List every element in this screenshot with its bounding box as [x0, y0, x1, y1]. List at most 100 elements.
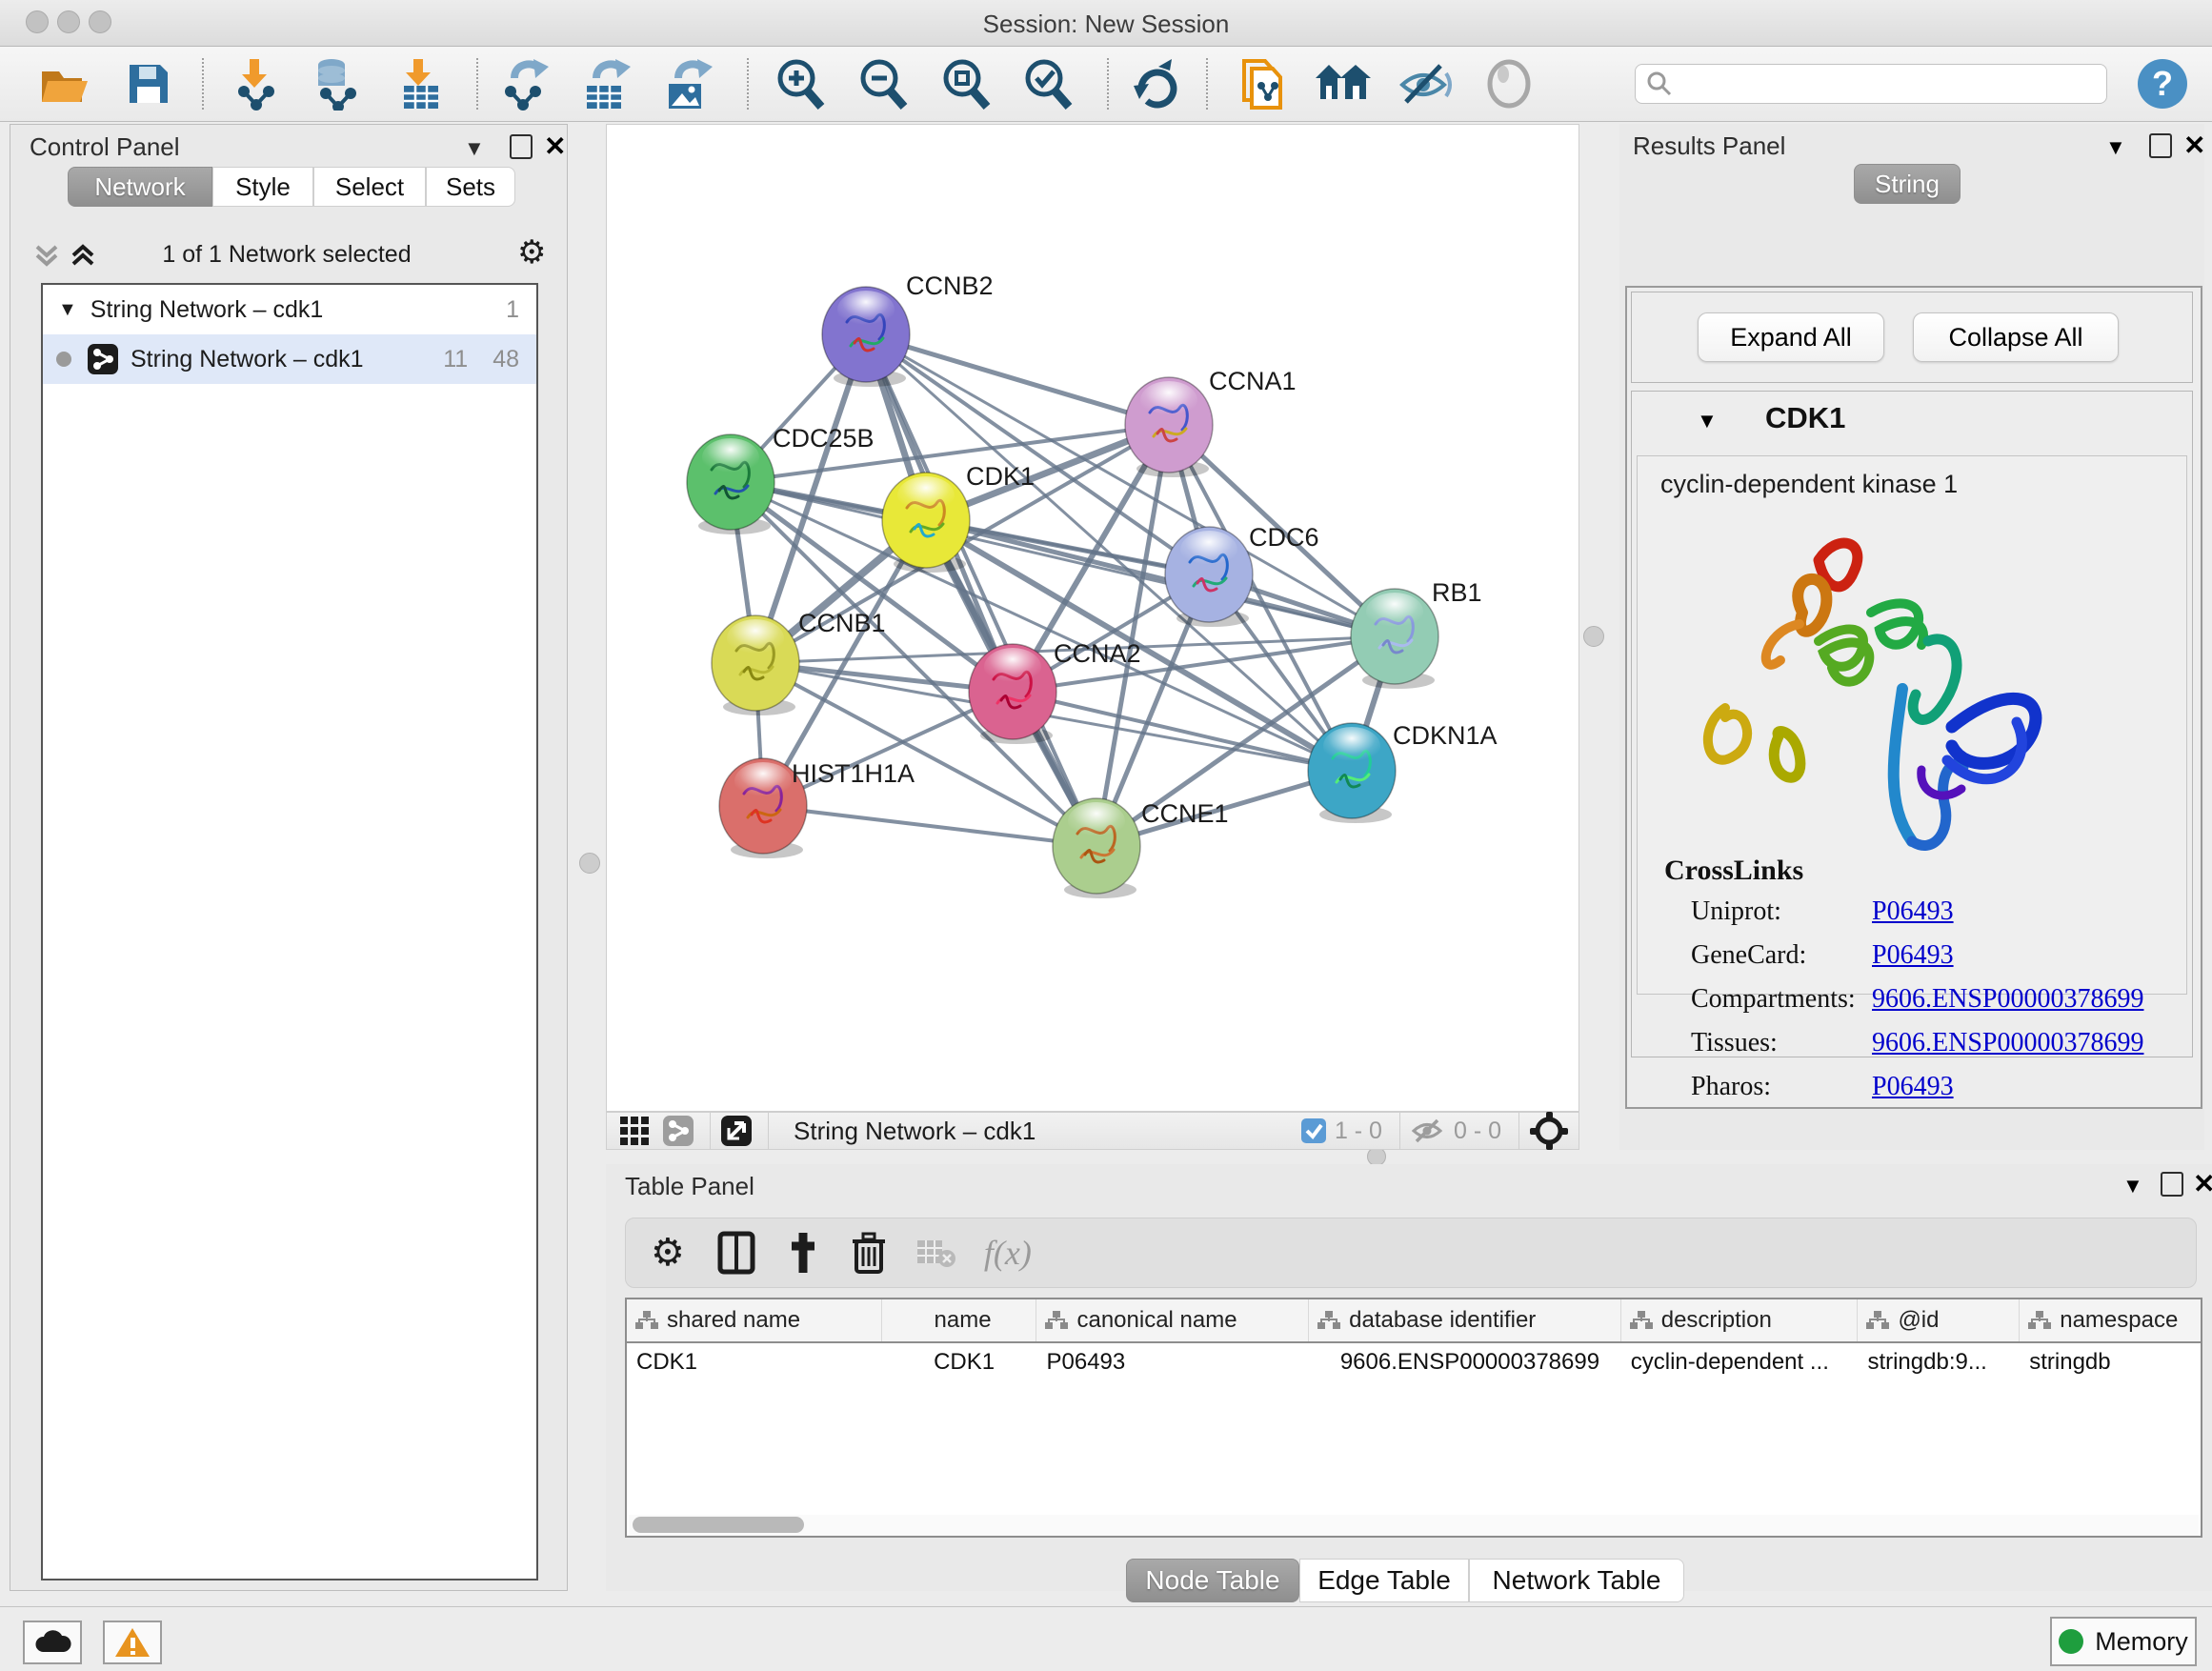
zoom-out-button[interactable] — [853, 54, 914, 113]
toolbar-separator — [476, 58, 478, 110]
network-view-share-icon[interactable] — [662, 1115, 694, 1147]
cell-name[interactable]: CDK1 — [882, 1343, 1037, 1381]
table-panel-close-icon[interactable]: ✕ — [2193, 1168, 2212, 1199]
tab-style[interactable]: Style — [212, 167, 313, 207]
column-header[interactable]: namespace — [2020, 1299, 2201, 1341]
refresh-button[interactable] — [1126, 54, 1187, 113]
import-network-database-button[interactable] — [305, 54, 366, 113]
collapse-all-button[interactable]: Collapse All — [1913, 312, 2119, 362]
network-row[interactable]: String Network – cdk1 11 48 — [43, 334, 536, 384]
cell-database-identifier[interactable]: 9606.ENSP00000378699 — [1309, 1343, 1621, 1381]
tab-string[interactable]: String — [1854, 164, 1961, 204]
cell-namespace[interactable]: stringdb — [2020, 1343, 2201, 1381]
export-table-button[interactable] — [575, 54, 636, 113]
import-network-file-button[interactable] — [227, 54, 288, 113]
crosslink-pharos-link[interactable]: P06493 — [1872, 1072, 1954, 1102]
network-options-gear-icon[interactable]: ⚙ — [517, 233, 546, 272]
create-column-plus-icon[interactable] — [784, 1231, 822, 1275]
network-view-canvas[interactable]: CCNB2CCNA1CDC25BCDK1CDC6RB1CCNB1CCNA2CDK… — [606, 124, 1579, 1112]
network-node-hist1h1a[interactable]: HIST1H1A — [719, 758, 915, 858]
function-builder-fx-icon[interactable]: f(x) — [984, 1233, 1032, 1273]
network-node-ccnb2[interactable]: CCNB2 — [822, 272, 994, 387]
column-header[interactable]: shared name — [627, 1299, 882, 1341]
control-panel-menu-icon[interactable]: ▼ — [464, 136, 485, 161]
hide-selected-button[interactable] — [1395, 54, 1456, 113]
selected-counts: 1 - 0 — [1335, 1117, 1382, 1145]
results-panel-float-icon[interactable] — [2149, 133, 2172, 158]
delete-table-icon[interactable] — [915, 1237, 957, 1269]
scrollbar-thumb[interactable] — [633, 1517, 804, 1533]
control-panel-float-icon[interactable] — [510, 134, 533, 159]
cell-shared-name[interactable]: CDK1 — [627, 1343, 882, 1381]
tab-sets[interactable]: Sets — [426, 167, 515, 207]
save-session-button[interactable] — [118, 54, 179, 113]
cell-canonical-name[interactable]: P06493 — [1036, 1343, 1309, 1381]
expand-all-networks-icon[interactable] — [70, 241, 98, 270]
table-horizontal-scrollbar[interactable] — [629, 1515, 2199, 1536]
string-home-button[interactable] — [1313, 54, 1374, 113]
search-input[interactable] — [1674, 70, 2087, 98]
export-image-button[interactable] — [657, 54, 718, 113]
crosslink-compartments-link[interactable]: 9606.ENSP00000378699 — [1872, 984, 2143, 1015]
zoom-selected-button[interactable] — [1017, 54, 1078, 113]
tab-select[interactable]: Select — [313, 167, 426, 207]
tab-node-table[interactable]: Node Table — [1126, 1559, 1299, 1602]
zoom-in-button[interactable] — [770, 54, 831, 113]
node-label: CCNB2 — [906, 272, 994, 300]
memory-button[interactable]: Memory — [2050, 1617, 2197, 1666]
network-collection-row[interactable]: ▼ String Network – cdk1 1 — [43, 285, 536, 334]
right-splitter-handle[interactable] — [1583, 626, 1604, 647]
crosslink-tissues-link[interactable]: 9606.ENSP00000378699 — [1872, 1028, 2143, 1058]
gene-collapse-icon[interactable]: ▼ — [1697, 409, 1718, 433]
show-all-button[interactable] — [1478, 54, 1539, 113]
column-header[interactable]: database identifier — [1309, 1299, 1621, 1341]
network-node-ccne1[interactable]: CCNE1 — [1053, 798, 1229, 898]
left-splitter-handle[interactable] — [579, 853, 600, 874]
grid-view-icon[interactable] — [618, 1115, 651, 1147]
hidden-eye-slash-icon[interactable] — [1410, 1117, 1446, 1145]
toolbar-separator — [768, 1113, 769, 1149]
column-header[interactable]: name — [882, 1299, 1037, 1341]
tab-network[interactable]: Network — [68, 167, 212, 207]
table-panel-float-icon[interactable] — [2161, 1172, 2183, 1197]
selected-checkbox-icon[interactable] — [1300, 1117, 1327, 1144]
column-header[interactable]: canonical name — [1036, 1299, 1309, 1341]
network-node-cdkn1a[interactable]: CDKN1A — [1308, 721, 1498, 823]
zoom-fit-button[interactable] — [935, 54, 996, 113]
collection-expand-icon[interactable]: ▼ — [58, 299, 77, 321]
control-panel-close-icon[interactable]: ✕ — [544, 131, 566, 162]
network-edge[interactable] — [763, 806, 1096, 846]
crosslink-uniprot-link[interactable]: P06493 — [1872, 896, 1954, 927]
column-header[interactable]: @id — [1858, 1299, 2020, 1341]
delete-column-trash-icon[interactable] — [851, 1230, 887, 1276]
import-table-button[interactable] — [391, 54, 452, 113]
tab-edge-table[interactable]: Edge Table — [1299, 1559, 1469, 1602]
column-header[interactable]: description — [1621, 1299, 1859, 1341]
table-row[interactable]: CDK1 CDK1 P06493 9606.ENSP00000378699 cy… — [627, 1343, 2201, 1381]
tab-network-table[interactable]: Network Table — [1469, 1559, 1684, 1602]
network-node-ccnb1[interactable]: CCNB1 — [712, 609, 886, 715]
toolbar-separator — [710, 1113, 711, 1149]
network-edge[interactable] — [866, 334, 1169, 425]
help-button[interactable]: ? — [2132, 54, 2193, 113]
collapse-all-networks-icon[interactable] — [33, 241, 62, 270]
cell-id[interactable]: stringdb:9... — [1858, 1343, 2020, 1381]
cloud-status-button[interactable] — [23, 1621, 82, 1664]
table-options-gear-icon[interactable]: ⚙ — [651, 1231, 685, 1275]
birdseye-crosshair-icon[interactable] — [1529, 1111, 1569, 1151]
crosslink-genecard-link[interactable]: P06493 — [1872, 940, 1954, 971]
results-panel-menu-icon[interactable]: ▼ — [2105, 135, 2126, 160]
show-columns-icon[interactable] — [717, 1231, 755, 1275]
table-panel-menu-icon[interactable]: ▼ — [2122, 1174, 2143, 1198]
network-node-rb1[interactable]: RB1 — [1351, 578, 1482, 689]
warning-status-button[interactable] — [103, 1621, 162, 1664]
copy-style-button[interactable] — [1231, 54, 1292, 113]
search-field[interactable] — [1635, 64, 2107, 104]
open-session-button[interactable] — [34, 54, 95, 113]
expand-all-button[interactable]: Expand All — [1698, 312, 1884, 362]
detach-view-icon[interactable] — [720, 1115, 753, 1147]
export-network-button[interactable] — [493, 54, 554, 113]
node-table[interactable]: shared name name canonical name database… — [625, 1298, 2202, 1538]
cell-description[interactable]: cyclin-dependent ... — [1621, 1343, 1859, 1381]
results-panel-close-icon[interactable]: ✕ — [2183, 130, 2205, 161]
